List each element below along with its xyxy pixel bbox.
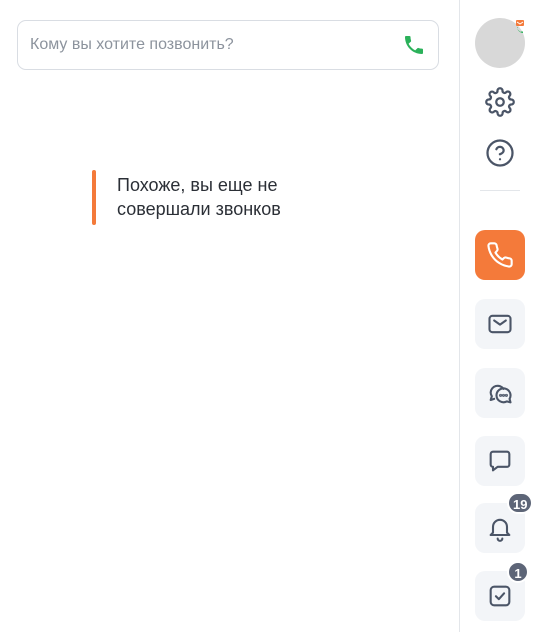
- search-input[interactable]: [30, 21, 390, 69]
- empty-state: Похоже, вы еще не совершали звонков: [92, 170, 412, 225]
- bell-icon: [489, 518, 511, 542]
- nav-mail-button[interactable]: [475, 299, 525, 349]
- chat-bubbles-icon: [489, 384, 512, 404]
- question-icon: [486, 139, 514, 167]
- empty-state-message: Похоже, вы еще не совершали звонков: [117, 175, 281, 219]
- phone-icon: [405, 36, 423, 54]
- mail-phone-badge-icon: [516, 20, 524, 33]
- message-square-icon: [489, 450, 511, 472]
- divider: [480, 190, 520, 191]
- phone-icon: [487, 242, 513, 268]
- calls-panel: Похоже, вы еще не совершали звонков: [0, 0, 459, 632]
- notifications-count-badge: 19: [507, 492, 534, 514]
- nav-chats-button[interactable]: [475, 368, 525, 418]
- avatar[interactable]: [475, 18, 525, 68]
- tasks-count-badge: 1: [507, 561, 529, 583]
- nav-messages-button[interactable]: [475, 436, 525, 486]
- search-field[interactable]: [17, 20, 439, 70]
- settings-button[interactable]: [485, 87, 515, 117]
- sidebar: 19 1: [459, 0, 537, 632]
- call-button[interactable]: [402, 33, 426, 57]
- accent-bar: [92, 170, 96, 225]
- envelope-icon: [488, 314, 512, 334]
- checkbox-icon: [489, 585, 511, 607]
- gear-icon: [485, 87, 515, 117]
- nav-calls-button[interactable]: [475, 230, 525, 280]
- help-button[interactable]: [485, 138, 515, 168]
